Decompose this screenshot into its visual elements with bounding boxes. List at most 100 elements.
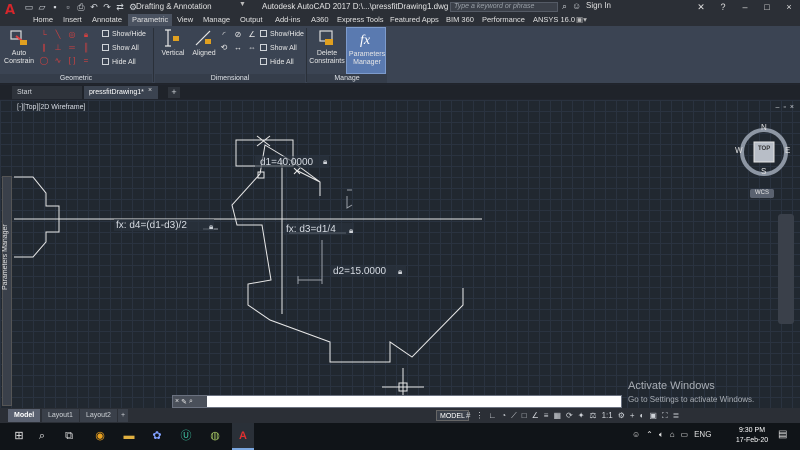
tab-a360[interactable]: A360 (311, 14, 329, 26)
geo-show-hide-button[interactable]: Show/Hide (102, 30, 146, 40)
annotation-visibility-icon[interactable]: ✦ (578, 409, 585, 422)
new-icon[interactable]: ▭ (24, 2, 34, 13)
close-icon[interactable]: × (778, 0, 800, 14)
angular-icon[interactable]: ∠ (246, 30, 258, 40)
dimensional-panel-label[interactable]: Dimensional (155, 74, 305, 83)
coincident-icon[interactable]: └ (38, 30, 50, 40)
selection-cycling-icon[interactable]: ⟳ (566, 409, 573, 422)
tab-annotate[interactable]: Annotate (92, 14, 122, 26)
workspace-selector[interactable]: Drafting & Annotation (136, 1, 240, 13)
chevron-up-icon[interactable]: ⌃ (646, 430, 653, 440)
tab-manage[interactable]: Manage (203, 14, 230, 26)
diameter-icon[interactable]: ⊘ (232, 30, 244, 40)
tab-featured-apps[interactable]: Featured Apps (390, 14, 439, 26)
close-icon[interactable]: × (148, 87, 152, 94)
d1-constraint-label[interactable]: d1=40.0000 (260, 157, 313, 168)
linear-icon[interactable]: ↔ (232, 43, 244, 53)
tab-model[interactable]: Model (8, 409, 41, 422)
tab-view[interactable]: View (177, 14, 193, 26)
tab-home[interactable]: Home (33, 14, 53, 26)
help-icon[interactable]: ? (712, 0, 734, 14)
smooth-icon[interactable]: ∿ (52, 56, 64, 66)
chrome-icon[interactable]: ◉ (89, 423, 111, 450)
vertical-button[interactable]: Vertical (158, 28, 188, 58)
tab-bim-360[interactable]: BIM 360 (446, 14, 474, 26)
annotation-scale-value[interactable]: 1:1 (602, 409, 613, 422)
hardware-acceleration-icon[interactable]: ▣ (649, 409, 657, 422)
search-input[interactable]: Type a keyword or phrase (450, 2, 558, 12)
person-icon[interactable]: ☺ (632, 430, 640, 440)
grid-icon[interactable]: # (466, 409, 470, 422)
tab-layout1[interactable]: Layout1 (42, 409, 79, 422)
viewcube-south[interactable]: S (761, 167, 766, 176)
isodraft-icon[interactable]: ⟋ (511, 409, 517, 422)
parameters-manager-palette[interactable] (2, 176, 12, 406)
ribbon-more-icon[interactable]: ▣▾ (576, 14, 587, 26)
wrench-icon[interactable]: ✎ (181, 398, 187, 406)
tab-document[interactable]: pressfitDrawing1* (84, 86, 158, 99)
notifications-icon[interactable]: ▤ (778, 429, 787, 440)
chevron-down-icon[interactable]: ▼ (239, 1, 246, 8)
viewcube-top-label[interactable]: TOP (758, 146, 770, 152)
viewcube-west[interactable]: W (735, 146, 743, 155)
tab-parametric[interactable]: Parametric (128, 14, 173, 26)
delete-constraints-button[interactable]: Delete Constraints (308, 28, 346, 66)
vertical-constraint-icon[interactable]: ║ (80, 43, 92, 53)
d2-constraint-label[interactable]: d2=15.0000 (333, 266, 386, 277)
new-tab-button[interactable]: + (168, 87, 180, 98)
equal-icon[interactable]: = (80, 56, 92, 66)
user-icon[interactable]: ☺ (572, 1, 581, 12)
task-view-icon[interactable]: ⧉ (58, 423, 80, 450)
search-icon[interactable]: ⌕ (189, 398, 193, 406)
dim-show-hide-button[interactable]: Show/Hide (260, 30, 304, 40)
dim-show-all-button[interactable]: Show All (260, 44, 297, 54)
d3-constraint-label[interactable]: fx: d3=d1/4 (286, 224, 336, 235)
autocad-taskbar-icon[interactable]: A (232, 423, 254, 450)
tab-add-ins[interactable]: Add-ins (275, 14, 300, 26)
parameters-manager-button[interactable]: fx Parameters Manager (346, 27, 386, 74)
tab-layout2[interactable]: Layout2 (80, 409, 117, 422)
annotation-scale-icon[interactable]: ⚖ (589, 409, 596, 422)
gear-icon[interactable]: ⚙ (618, 409, 625, 422)
clean-screen-icon[interactable]: ⛶ (662, 409, 668, 422)
isolate-icon[interactable]: ◐ (640, 409, 645, 422)
viewcube[interactable] (730, 120, 794, 200)
maximize-icon[interactable]: □ (756, 0, 778, 14)
taskbar-clock[interactable]: 9:30 PM 17-Feb-20 (734, 426, 770, 446)
add-layout-button[interactable]: + (118, 409, 129, 422)
open-icon[interactable]: ▱ (37, 2, 47, 13)
otrack-icon[interactable]: ∠ (532, 409, 539, 422)
dim-hide-all-button[interactable]: Hide All (260, 58, 294, 68)
horizontal-dim-icon[interactable]: ⇔ (246, 43, 258, 53)
search-icon[interactable]: ⌕ (31, 423, 53, 450)
tangent-icon[interactable]: ◯ (38, 56, 50, 66)
search-icon[interactable]: ⌕ (562, 1, 567, 12)
file-explorer-icon[interactable]: ▬ (118, 423, 140, 450)
collinear-icon[interactable]: ╲ (52, 30, 64, 40)
tab-start[interactable]: Start (12, 86, 82, 99)
d4-constraint-label[interactable]: fx: d4=(d1-d3)/2 (116, 220, 187, 231)
convert-icon[interactable]: ⟲ (218, 43, 230, 53)
parallel-icon[interactable]: ∥ (38, 43, 50, 53)
model-space-button[interactable]: MODEL (436, 410, 469, 421)
save-as-icon[interactable]: ▫ (63, 2, 73, 12)
ortho-icon[interactable]: ∟ (488, 409, 496, 422)
language-indicator[interactable]: ENG (694, 430, 711, 440)
osnap-icon[interactable]: □ (522, 409, 527, 422)
wcs-menu[interactable]: WCS (750, 189, 774, 198)
geo-show-all-button[interactable]: Show All (102, 44, 139, 54)
fix-icon[interactable]: 🔒︎ (80, 30, 92, 40)
sign-in-button[interactable]: Sign In (586, 1, 611, 10)
transparency-icon[interactable]: ▦ (553, 409, 561, 422)
lineweight-icon[interactable]: ≡ (544, 409, 549, 422)
auto-constrain-button[interactable]: Auto Constrain (3, 28, 35, 66)
save-icon[interactable]: ▪ (50, 2, 60, 12)
tab-ansys[interactable]: ANSYS 16.0 (533, 14, 575, 26)
command-line[interactable]: × ✎ ⌕ (172, 395, 622, 408)
undo-icon[interactable]: ↶ (89, 2, 99, 13)
paint-icon[interactable]: ✿ (146, 423, 168, 450)
network-icon[interactable]: ⌂ (670, 430, 675, 440)
geometric-panel-label[interactable]: Geometric (0, 74, 152, 83)
tab-output[interactable]: Output (240, 14, 263, 26)
geo-hide-all-button[interactable]: Hide All (102, 58, 136, 68)
